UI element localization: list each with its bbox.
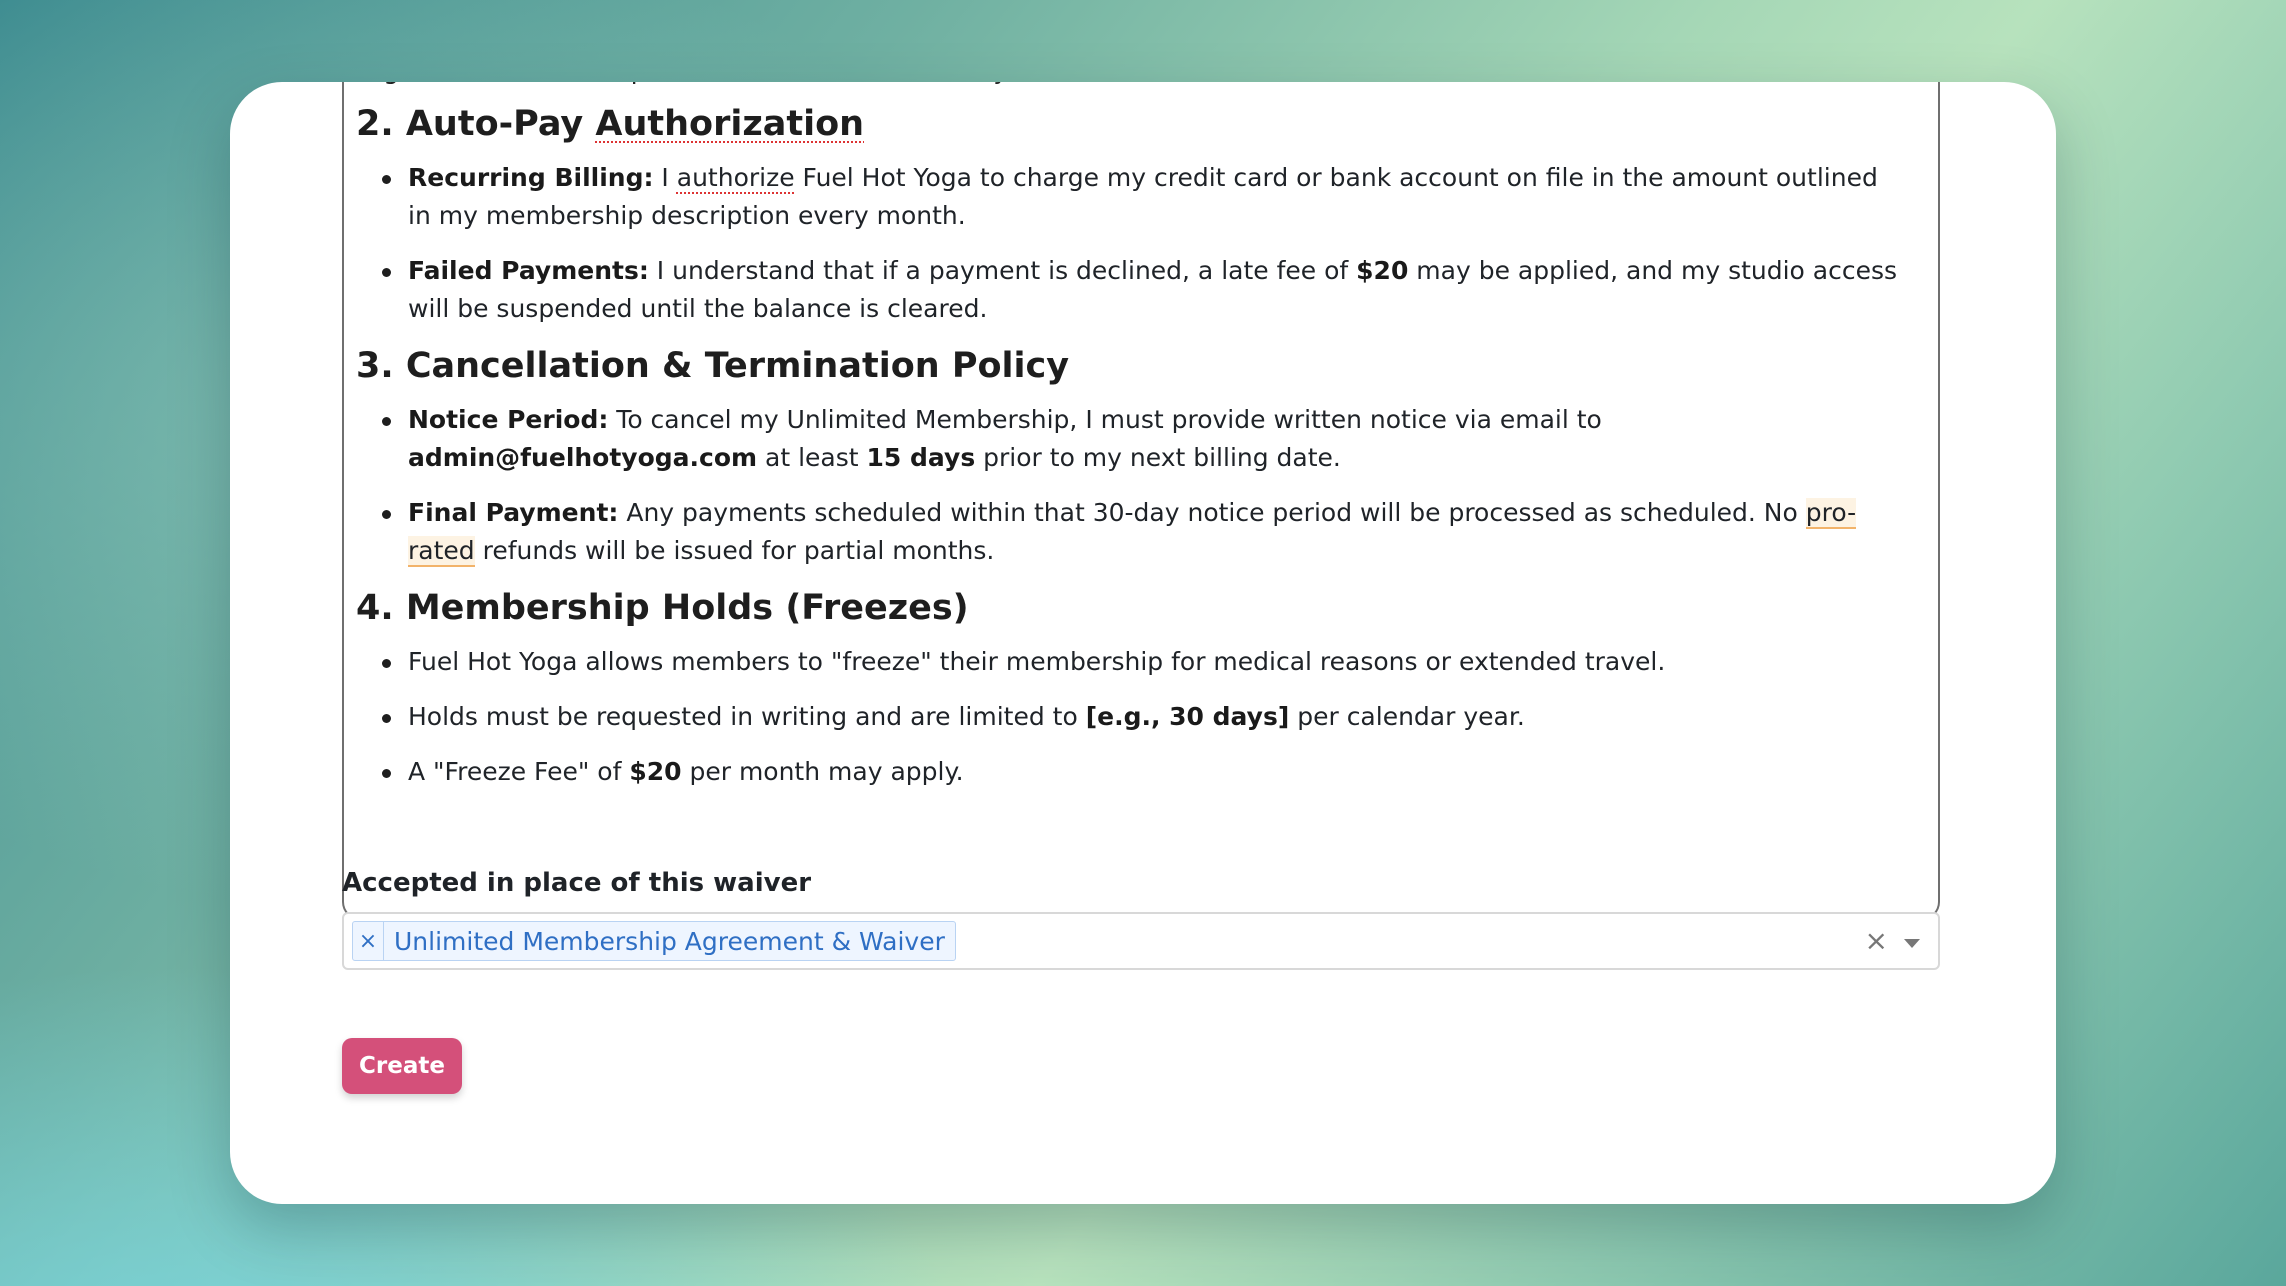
list-item: Failed Payments: I understand that if a … (382, 252, 1908, 328)
form-card: Yoga. This membership is non-transferabl… (230, 82, 2056, 1204)
auto-pay-list: Recurring Billing: I authorize Fuel Hot … (356, 159, 1908, 345)
list-item: Holds must be requested in writing and a… (382, 698, 1908, 736)
holds-list: Fuel Hot Yoga allows members to "freeze"… (356, 643, 1908, 808)
list-item: Notice Period: To cancel my Unlimited Me… (382, 401, 1908, 477)
list-item: A "Freeze Fee" of $20 per month may appl… (382, 753, 1908, 791)
accepted-waiver-select[interactable]: × Unlimited Membership Agreement & Waive… (342, 912, 1940, 970)
section-heading-cancellation: 3. Cancellation & Termination Policy (356, 346, 1070, 386)
chevron-down-icon[interactable] (1904, 939, 1920, 948)
section-heading-holds: 4. Membership Holds (Freezes) (356, 588, 969, 628)
list-item: Final Payment: Any payments scheduled wi… (382, 494, 1908, 570)
selected-waiver-chip: × Unlimited Membership Agreement & Waive… (352, 921, 956, 961)
section-heading-auto-pay: 2. Auto-Pay Authorization (356, 104, 865, 144)
accepted-waiver-label: Accepted in place of this waiver (342, 868, 812, 898)
create-button[interactable]: Create (342, 1038, 462, 1094)
chip-label: Unlimited Membership Agreement & Waiver (394, 926, 945, 956)
agreement-text-box[interactable]: Yoga. This membership is non-transferabl… (342, 82, 1940, 920)
list-item: Recurring Billing: I authorize Fuel Hot … (382, 159, 1908, 235)
chip-remove-icon[interactable]: × (353, 922, 384, 960)
intro-paragraph: Yoga. This membership is non-transferabl… (356, 82, 1475, 90)
list-item: Fuel Hot Yoga allows members to "freeze"… (382, 643, 1908, 681)
cancellation-list: Notice Period: To cancel my Unlimited Me… (356, 401, 1908, 587)
clear-selection-icon[interactable]: × (1865, 924, 1888, 957)
